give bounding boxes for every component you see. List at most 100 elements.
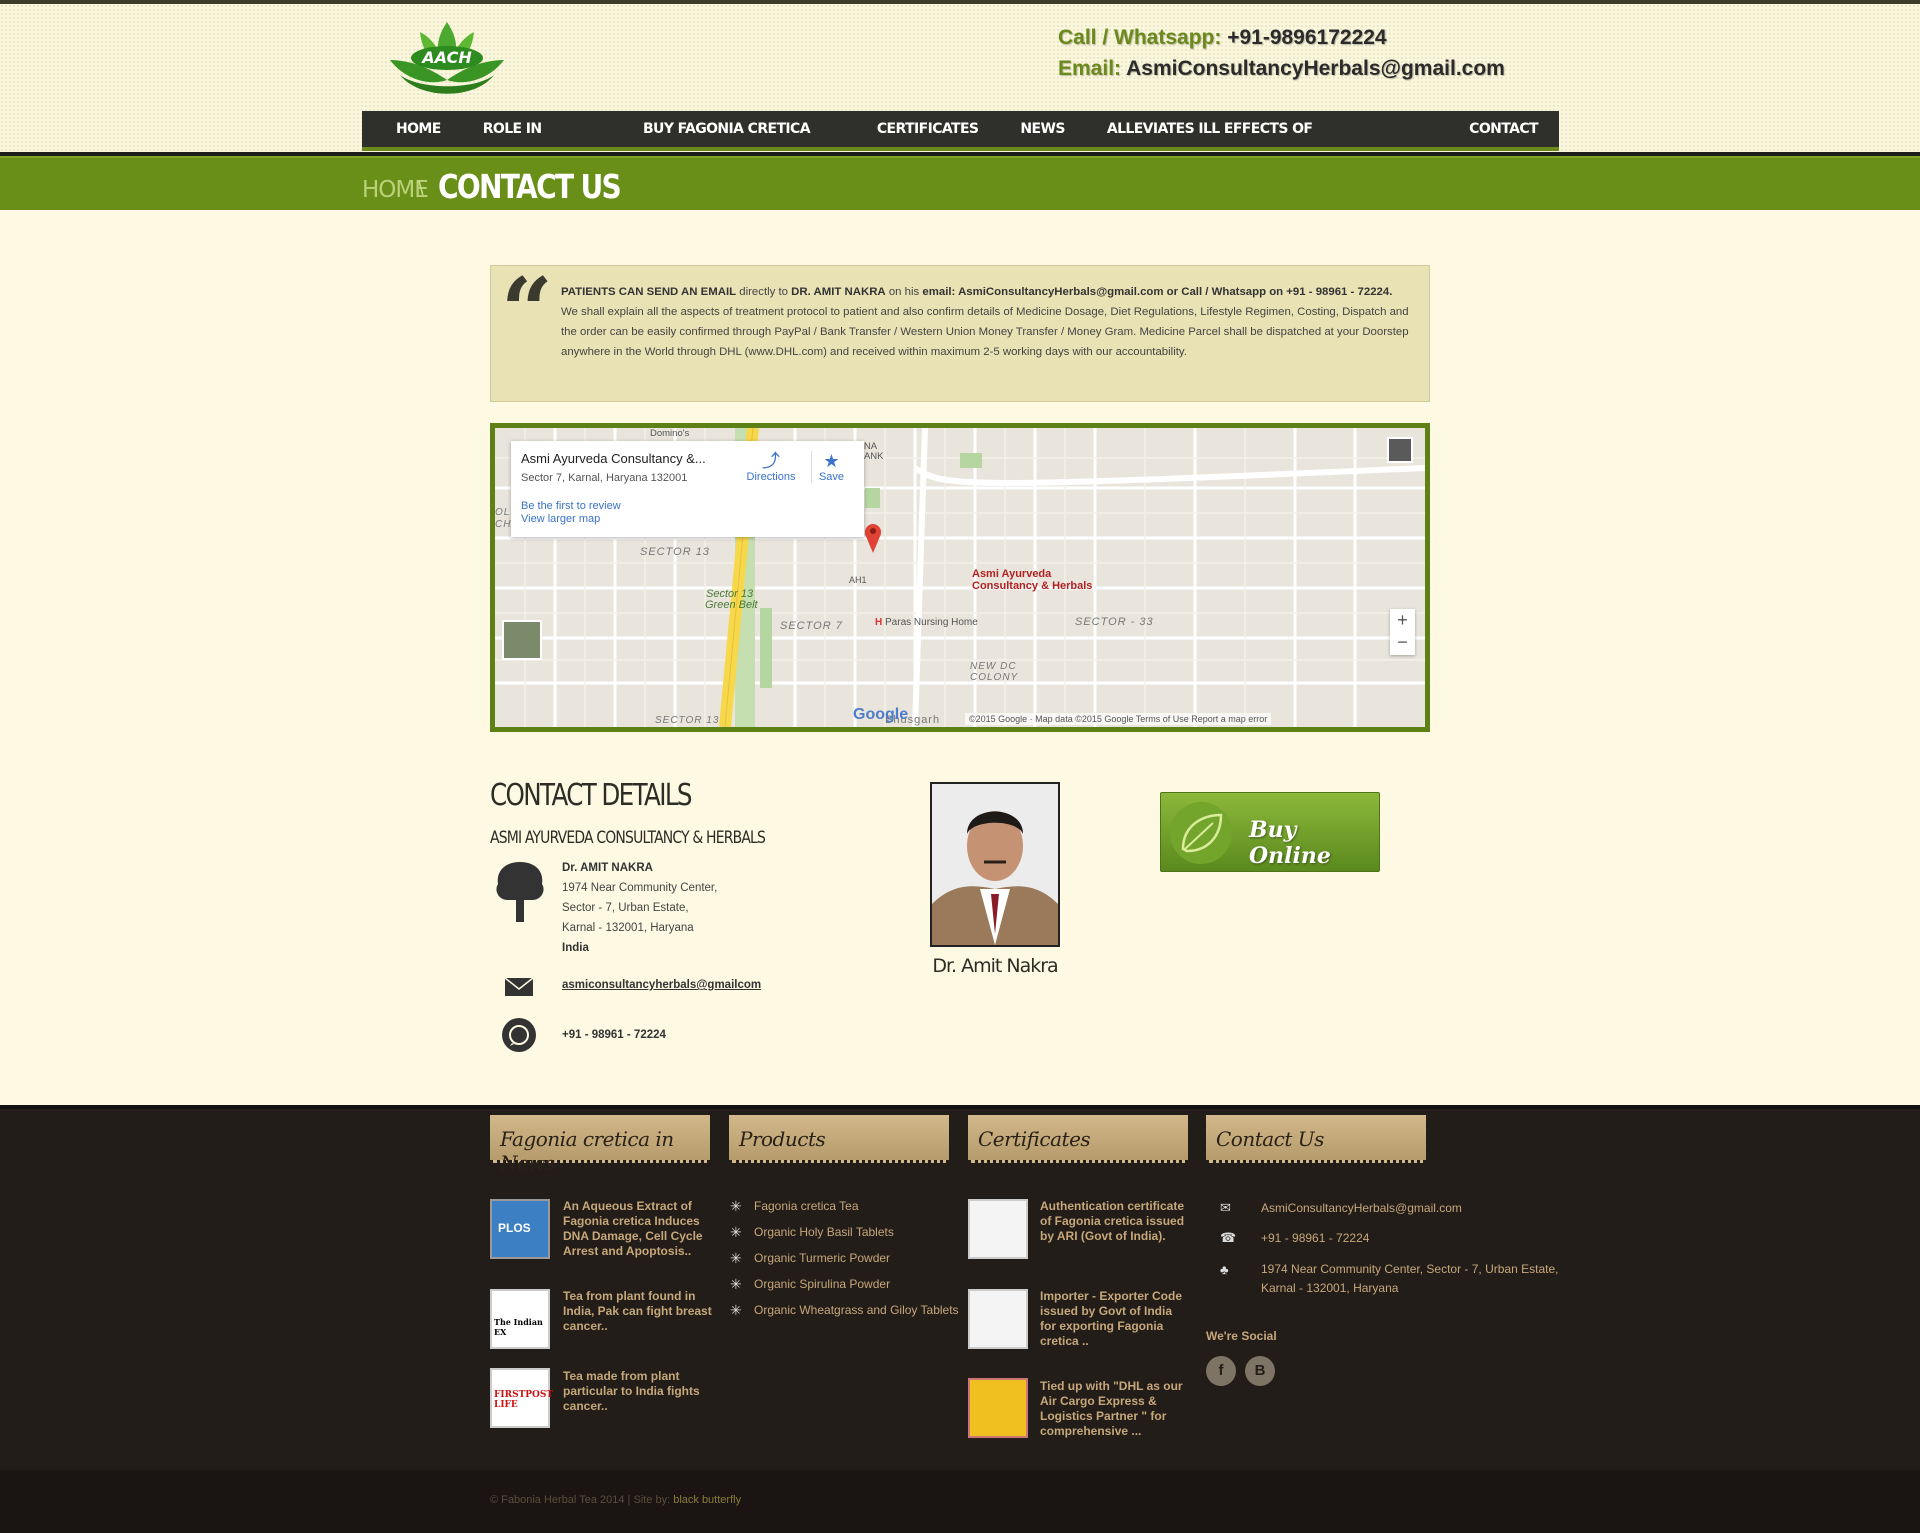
news-thumb-ie-text: The Indian EX [494,1317,543,1337]
call-whatsapp: Call / Whatsapp: +91-9896172224 [1058,26,1387,50]
doctor-photo [930,782,1060,947]
news-thumb-fp-text: FIRSTPOST LIFE [494,1390,554,1410]
quote-t2: on his [885,286,923,298]
nav-certificates[interactable]: CERTIFICATES [877,111,979,147]
footer-tree-icon: ♣ [1220,1262,1229,1277]
google-map[interactable]: SECTOR 13 Sector 13 Green Belt AH1 OLD C… [490,423,1430,732]
google-logo: Google [853,706,909,723]
map-label-paras-text: Paras Nursing Home [885,617,978,628]
news-item-2[interactable]: Tea from plant found in India, Pak can f… [563,1289,713,1334]
product-item-1[interactable]: Fagonia cretica Tea [730,1198,858,1215]
map-label-sector13: SECTOR 13 [640,546,710,558]
map-label-paras: H Paras Nursing Home [875,617,978,628]
address-line1: 1974 Near Community Center, [562,882,718,894]
larger-map-link[interactable]: View larger map [521,513,600,525]
nav-contact-us[interactable]: CONTACT US [1469,111,1559,173]
map-info-card: Asmi Ayurveda Consultancy &... Sector 7,… [511,441,864,537]
product-item-2[interactable]: Organic Holy Basil Tablets [730,1224,894,1241]
whatsapp-icon [502,1018,536,1052]
news-thumb-indian-express[interactable]: The Indian EX [490,1289,550,1349]
save-button[interactable]: ★ Save [811,451,851,483]
directions-icon: ⤴ [762,451,780,471]
product-item-5[interactable]: Organic Wheatgrass and Giloy Tablets [730,1302,958,1319]
quote-doctor: DR. AMIT NAKRA [791,286,886,298]
footer-phone[interactable]: +91 - 98961 - 72224 [1261,1229,1369,1248]
map-label-newdc: NEW DC [970,661,1017,672]
map-label-ah1: AH1 [849,575,867,585]
footer-phone-icon: ☎ [1220,1230,1237,1245]
copyright-text: © Fabonia Herbal Tea 2014 | Site by: [490,1494,674,1506]
cert-item-1[interactable]: Authentication certificate of Fagonia cr… [1040,1199,1190,1244]
contact-quote-box: “ PATIENTS CAN SEND AN EMAIL directly to… [490,265,1430,402]
email-address[interactable]: AsmiConsultancyHerbals@gmail.com [1126,57,1505,80]
news-thumb-plos[interactable]: PLOS [490,1199,550,1259]
nav-buy-tea[interactable]: BUY FAGONIA CRETICA TEA [643,111,835,173]
call-number[interactable]: +91-9896172224 [1227,26,1386,49]
directions-button[interactable]: ⤴ Directions [741,451,801,483]
social-heading: We're Social [1206,1329,1277,1343]
map-label-sector13-bottom: SECTOR 13 [655,715,720,726]
nav-news[interactable]: NEWS [1020,111,1065,147]
footer-tab-contact-label: Contact Us [1216,1127,1324,1151]
star-icon: ★ [823,451,840,471]
news-item-3[interactable]: Tea made from plant particular to India … [563,1369,713,1414]
breadcrumb: HOME \ CONTACT US [0,156,1920,210]
footer-envelope-icon: ✉ [1220,1200,1231,1215]
blogger-icon[interactable]: B [1245,1356,1275,1386]
contact-email-link[interactable]: asmiconsultancyherbals@gmailcom [562,979,761,991]
footer-tab-news-label: Fagonia cretica in News [500,1127,674,1175]
save-label: Save [818,471,845,483]
cert-item-2[interactable]: Importer - Exporter Code issued by Govt … [1040,1289,1190,1349]
zoom-in-button[interactable]: + [1390,609,1415,631]
leaf-icon [1170,802,1232,864]
header-email: Email: AsmiConsultancyHerbals@gmail.com [1058,57,1505,81]
contact-phone[interactable]: +91 - 98961 - 72224 [562,1029,666,1041]
pin-label-line2: Consultancy & Herbals [972,580,1093,592]
doctor-portrait [932,784,1058,945]
aach-logo[interactable]: AACH [380,20,515,100]
news-thumb-firstpost[interactable]: FIRSTPOST LIFE [490,1368,554,1428]
footer-tab-certificates-label: Certificates [978,1127,1091,1151]
footer-tab-certificates: Certificates [968,1115,1188,1163]
footer-tab-products-label: Products [739,1127,826,1151]
product-item-4[interactable]: Organic Spirulina Powder [730,1276,890,1293]
breadcrumb-separator: \ [418,178,424,200]
copyright: © Fabonia Herbal Tea 2014 | Site by: bla… [490,1494,741,1506]
designer-link[interactable]: black butterfly [673,1494,741,1506]
footer-email[interactable]: AsmiConsultancyHerbals@gmail.com [1261,1199,1462,1218]
product-item-3[interactable]: Organic Turmeric Powder [730,1250,890,1267]
call-label: Call / Whatsapp: [1058,26,1222,49]
quote-lead: PATIENTS CAN SEND AN EMAIL [561,286,737,298]
buy-online-button[interactable]: Buy Online [1160,792,1380,872]
cert-thumb-1[interactable] [968,1199,1028,1259]
company-name: ASMI AYURVEDA CONSULTANCY & HERBALS [490,828,766,848]
facebook-icon[interactable]: f [1206,1356,1236,1386]
quote-text: PATIENTS CAN SEND AN EMAIL directly to D… [561,282,1411,362]
envelope-icon [504,977,534,996]
cert-thumb-3[interactable] [968,1378,1028,1438]
quote-icon: “ [501,258,553,364]
nav-role-in-cancer[interactable]: ROLE IN CANCER [483,111,601,173]
zoom-out-button[interactable]: − [1390,631,1415,653]
logo-text: AACH [420,48,472,67]
nav-home[interactable]: HOME [396,111,441,147]
doctor-name: Dr. AMIT NAKRA [562,862,653,874]
footer-address-1: 1974 Near Community Center, Sector - 7, … [1261,1262,1559,1276]
quote-t1: directly to [736,286,792,298]
pin-label-line1: Asmi Ayurveda [972,568,1052,580]
cert-thumb-2[interactable] [968,1289,1028,1349]
map-label-dominos: Domino's [650,428,690,439]
directions-label: Directions [746,471,796,483]
site-footer: Fagonia cretica in News Products Certifi… [0,1105,1920,1470]
cert-item-3[interactable]: Tied up with "DHL as our Air Cargo Expre… [1040,1379,1190,1439]
footer-address-2: Karnal - 132001, Haryana [1261,1281,1399,1295]
page-title: CONTACT US [438,167,622,206]
review-link[interactable]: Be the first to review [521,500,621,512]
map-pin-label[interactable]: Asmi Ayurveda Consultancy & Herbals [972,568,1092,592]
quote-rest: We shall explain all the aspects of trea… [561,306,1409,358]
address-country: India [562,942,589,954]
map-label-sector33: SECTOR - 33 [1075,616,1154,628]
news-item-1[interactable]: An Aqueous Extract of Fagonia cretica In… [563,1199,713,1259]
map-card-title: Asmi Ayurveda Consultancy &... [521,451,706,466]
nav-chemotherapy[interactable]: ALLEVIATES ILL EFFECTS OF CHEMOTHERAPY [1107,111,1427,173]
